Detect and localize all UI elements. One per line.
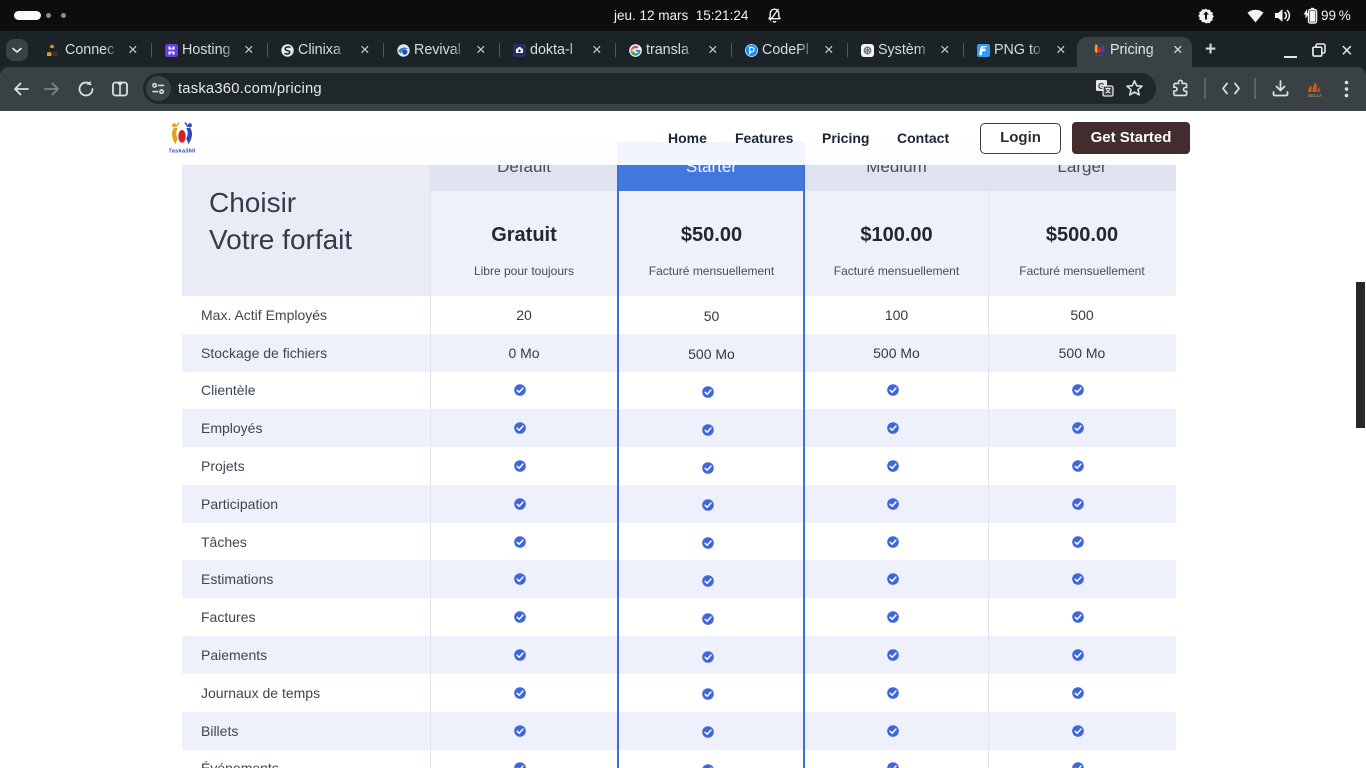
svg-text:Taska360: Taska360: [169, 149, 195, 155]
svg-text:SELLA: SELLA: [1308, 93, 1322, 98]
